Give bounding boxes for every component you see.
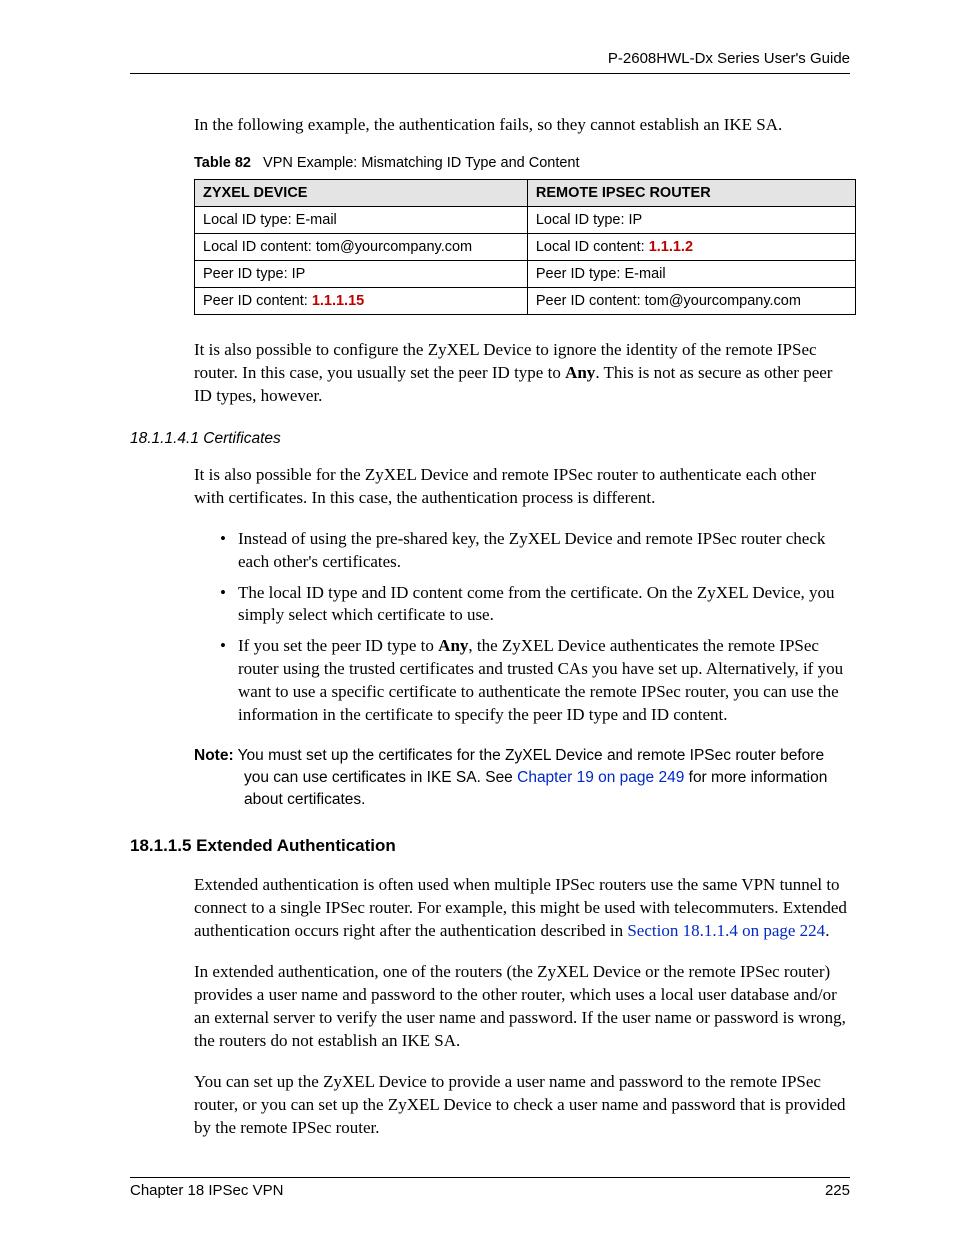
list-item: If you set the peer ID type to Any, the … <box>216 635 850 727</box>
table-row: Peer ID content: 1.1.1.15 Peer ID conten… <box>195 287 856 314</box>
paragraph-certificates: It is also possible for the ZyXEL Device… <box>194 464 850 510</box>
paragraph-extauth-intro: Extended authentication is often used wh… <box>194 874 850 943</box>
paragraph-extauth-setup: You can set up the ZyXEL Device to provi… <box>194 1071 850 1140</box>
paragraph-extauth-desc: In extended authentication, one of the r… <box>194 961 850 1053</box>
note-block: Note: You must set up the certificates f… <box>194 745 850 810</box>
cell-peer-id-type-zyxel: Peer ID type: IP <box>195 260 528 287</box>
paragraph-ignore-identity: It is also possible to configure the ZyX… <box>194 339 850 408</box>
ip-highlight: 1.1.1.2 <box>649 239 693 255</box>
list-item: The local ID type and ID content come fr… <box>216 582 850 628</box>
header-rule <box>130 73 850 74</box>
table-header-row: ZYXEL DEVICE REMOTE IPSEC ROUTER <box>195 179 856 206</box>
cell-peer-id-content-remote: Peer ID content: tom@yourcompany.com <box>527 287 855 314</box>
bullet-list-certificates: Instead of using the pre-shared key, the… <box>216 528 850 728</box>
table-caption-text: VPN Example: Mismatching ID Type and Con… <box>263 155 579 171</box>
cell-peer-id-type-remote: Peer ID type: E-mail <box>527 260 855 287</box>
table-row: Local ID content: tom@yourcompany.com Lo… <box>195 233 856 260</box>
table-row: Peer ID type: IP Peer ID type: E-mail <box>195 260 856 287</box>
col-header-remote: REMOTE IPSEC ROUTER <box>527 179 855 206</box>
page-footer: Chapter 18 IPSec VPN 225 <box>130 1177 850 1199</box>
cell-local-id-content-zyxel: Local ID content: tom@yourcompany.com <box>195 233 528 260</box>
table-vpn-example: ZYXEL DEVICE REMOTE IPSEC ROUTER Local I… <box>194 179 856 315</box>
cell-local-id-content-remote: Local ID content: 1.1.1.2 <box>527 233 855 260</box>
col-header-zyxel: ZYXEL DEVICE <box>195 179 528 206</box>
table-caption-label: Table 82 <box>194 155 251 171</box>
cross-ref-link[interactable]: Section 18.1.1.4 on page 224 <box>627 921 825 940</box>
table-row: Local ID type: E-mail Local ID type: IP <box>195 206 856 233</box>
running-header: P-2608HWL-Dx Series User's Guide <box>130 50 850 67</box>
document-page: P-2608HWL-Dx Series User's Guide In the … <box>0 0 954 1235</box>
paragraph-intro: In the following example, the authentica… <box>194 114 850 137</box>
heading-certificates: 18.1.1.4.1 Certificates <box>130 430 850 448</box>
footer-chapter: Chapter 18 IPSec VPN <box>130 1182 283 1199</box>
cross-ref-link[interactable]: Chapter 19 on page 249 <box>517 769 684 786</box>
footer-rule <box>130 1177 850 1178</box>
table-caption: Table 82 VPN Example: Mismatching ID Typ… <box>194 155 850 171</box>
cell-local-id-type-remote: Local ID type: IP <box>527 206 855 233</box>
heading-extended-authentication: 18.1.1.5 Extended Authentication <box>130 836 850 856</box>
cell-local-id-type-zyxel: Local ID type: E-mail <box>195 206 528 233</box>
cell-peer-id-content-zyxel: Peer ID content: 1.1.1.15 <box>195 287 528 314</box>
list-item: Instead of using the pre-shared key, the… <box>216 528 850 574</box>
note-label: Note: <box>194 747 234 764</box>
footer-page-number: 225 <box>825 1182 850 1199</box>
ip-highlight: 1.1.1.15 <box>312 293 364 309</box>
